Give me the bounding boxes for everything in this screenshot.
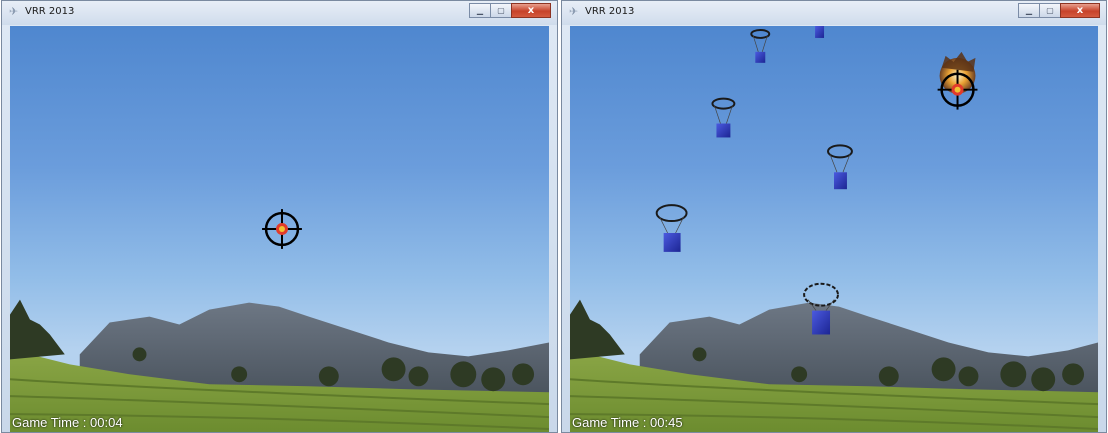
game-time-label: Game Time : 00:45 <box>572 415 683 430</box>
game-window-right: ✈ VRR 2013 ▁ ▢ x Game Time: 00:45 <box>561 0 1107 433</box>
close-button[interactable]: x <box>1060 3 1100 18</box>
close-icon: x <box>527 5 535 16</box>
game-window-left: ✈ VRR 2013 ▁ ▢ x Game Time: 00:04 <box>1 0 558 433</box>
maximize-icon: ▢ <box>497 6 505 15</box>
minimize-icon: ▁ <box>476 6 484 15</box>
maximize-button[interactable]: ▢ <box>490 3 512 18</box>
parachute-crate[interactable] <box>711 97 736 138</box>
maximize-button[interactable]: ▢ <box>1039 3 1061 18</box>
parachute-crate[interactable] <box>827 144 853 190</box>
minimize-button[interactable]: ▁ <box>469 3 491 18</box>
window-title: VRR 2013 <box>585 6 635 17</box>
title-bar[interactable]: ✈ VRR 2013 ▁ ▢ x <box>562 1 1106 25</box>
app-icon: ✈ <box>569 5 579 18</box>
app-icon: ✈ <box>9 5 19 18</box>
minimize-icon: ▁ <box>1025 6 1033 15</box>
close-button[interactable]: x <box>511 3 551 18</box>
game-time-label: Game Time : 00:04 <box>12 415 123 430</box>
game-viewport[interactable]: Game Time : 00:45 <box>570 26 1098 432</box>
close-icon: x <box>1076 5 1084 16</box>
game-scene <box>10 209 549 432</box>
game-viewport[interactable]: Game Time : 00:04 <box>10 26 549 432</box>
crosshair-icon[interactable] <box>262 209 302 249</box>
window-controls: ▁ ▢ x <box>469 3 551 20</box>
window-controls: ▁ ▢ x <box>1018 3 1100 20</box>
crate-falling[interactable] <box>815 26 825 38</box>
parachute-crate[interactable] <box>750 28 771 63</box>
parachute-crate[interactable] <box>655 204 688 252</box>
game-scene <box>570 26 1098 432</box>
minimize-button[interactable]: ▁ <box>1018 3 1040 18</box>
title-bar[interactable]: ✈ VRR 2013 ▁ ▢ x <box>2 1 557 25</box>
window-title: VRR 2013 <box>25 6 75 17</box>
maximize-icon: ▢ <box>1046 6 1054 15</box>
